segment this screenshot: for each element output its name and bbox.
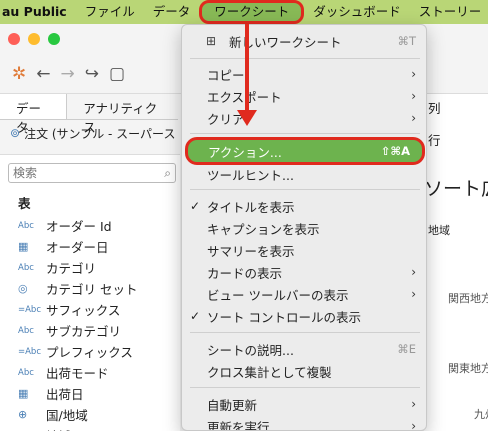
- region-header[interactable]: 地域: [428, 222, 450, 238]
- field-item[interactable]: Abc オーダー Id: [18, 215, 137, 236]
- chevron-right-icon: ›: [411, 265, 416, 279]
- worksheet-menu: ⊞ 新しいワークシート ⌘T コピー › エクスポート › クリア › アクショ…: [181, 24, 427, 431]
- string-type-icon: Abc: [18, 367, 34, 378]
- geo-type-icon: ⊕: [18, 408, 28, 421]
- minimize-window-button[interactable]: [28, 33, 40, 45]
- date-type-icon: ▦: [18, 240, 29, 253]
- menu-item-new-worksheet[interactable]: ⊞ 新しいワークシート ⌘T: [182, 30, 426, 52]
- menu-item-tooltip[interactable]: ツールヒント...: [182, 163, 426, 185]
- search-input[interactable]: [13, 166, 143, 180]
- field-name: サフィックス: [46, 303, 121, 318]
- field-item[interactable]: Abc カテゴリ: [18, 257, 137, 278]
- menu-item-sheet-description[interactable]: シートの説明... ⌘E: [182, 338, 426, 360]
- search-box[interactable]: ⌕: [8, 163, 176, 183]
- close-window-button[interactable]: [8, 33, 20, 45]
- menu-item-show-caption[interactable]: キャプションを表示: [182, 217, 426, 239]
- save-icon[interactable]: ▢: [109, 64, 125, 84]
- field-name: オーダー Id: [46, 219, 112, 234]
- field-name: 出荷日: [46, 387, 84, 402]
- field-name: オーダー日: [46, 240, 109, 255]
- menu-item-sort-controls[interactable]: ✓ ソート コントロールの表示: [182, 305, 426, 327]
- field-item[interactable]: ⊕ 国/地域: [18, 404, 137, 425]
- string-type-icon: Abc: [18, 325, 34, 336]
- set-type-icon: ◎: [18, 282, 28, 295]
- view-area: 列 行 ソート広 地域 関西地方 関東地方 九州: [424, 94, 488, 431]
- datasource-label: 注文 (サンプル - スーパース: [24, 126, 176, 141]
- menu-bar: au Public ファイル データ ワークシート ダッシュボード ストーリー …: [0, 0, 488, 24]
- search-icon[interactable]: ⌕: [164, 166, 171, 181]
- chevron-right-icon: ›: [411, 287, 416, 301]
- menu-item-export[interactable]: エクスポート ›: [182, 85, 426, 107]
- field-item[interactable]: ▦ オーダー日: [18, 236, 137, 257]
- back-arrow-icon[interactable]: ←: [36, 64, 50, 84]
- field-item[interactable]: =Abc サフィックス: [18, 299, 137, 320]
- tables-section-heading: 表: [18, 196, 31, 211]
- field-name: 出荷モード: [46, 366, 109, 381]
- chevron-right-icon: ›: [411, 397, 416, 411]
- field-item[interactable]: Abc地域: [18, 425, 137, 431]
- datasource-icon: ⊚: [10, 126, 21, 140]
- calc-string-type-icon: =Abc: [18, 346, 42, 357]
- menu-item-view-toolbar[interactable]: ビュー ツールバーの表示 ›: [182, 283, 426, 305]
- menu-item-show-title[interactable]: ✓ タイトルを表示: [182, 195, 426, 217]
- menu-item-actions[interactable]: アクション... ⇧⌘A: [185, 137, 425, 165]
- row-header: 関東地方: [448, 362, 488, 375]
- field-list: Abc オーダー Id ▦ オーダー日 Abc カテゴリ ◎ カテゴリ セット =Abc…: [18, 215, 137, 431]
- tableau-logo-icon[interactable]: ✲: [12, 64, 26, 84]
- view-title: ソート広: [424, 178, 488, 200]
- field-name: カテゴリ セット: [46, 282, 138, 297]
- menu-data[interactable]: データ: [144, 0, 200, 24]
- menu-story[interactable]: ストーリー: [410, 0, 488, 24]
- annotation-arrow-head: [237, 110, 257, 126]
- menu-item-clear[interactable]: クリア ›: [182, 107, 426, 129]
- new-sheet-icon: ⊞: [206, 34, 217, 48]
- chevron-right-icon: ›: [411, 67, 416, 81]
- app-menu[interactable]: au Public: [0, 0, 76, 24]
- menu-item-auto-update[interactable]: 自動更新 ›: [182, 393, 426, 415]
- field-name: プレフィックス: [46, 345, 133, 360]
- menu-item-copy[interactable]: コピー ›: [182, 63, 426, 85]
- calc-string-type-icon: =Abc: [18, 304, 42, 315]
- menu-dashboard[interactable]: ダッシュボード: [304, 0, 410, 24]
- menu-item-show-cards[interactable]: カードの表示 ›: [182, 261, 426, 283]
- data-pane: ⌕ 表 Abc オーダー Id ▦ オーダー日 Abc カテゴリ ◎ カテゴリ セット …: [0, 154, 180, 431]
- chevron-right-icon: ›: [411, 89, 416, 103]
- field-name: カテゴリ: [46, 261, 97, 276]
- checkmark-icon: ✓: [190, 309, 201, 323]
- field-item[interactable]: Abc 出荷モード: [18, 362, 137, 383]
- date-type-icon: ▦: [18, 387, 29, 400]
- field-item[interactable]: Abc サブカテゴリ: [18, 320, 137, 341]
- row-header: 関西地方: [448, 292, 488, 305]
- menu-item-show-summary[interactable]: サマリーを表示: [182, 239, 426, 261]
- side-tabs: データ アナリティクス: [0, 94, 178, 135]
- field-item[interactable]: ◎ カテゴリ セット: [18, 278, 137, 299]
- annotation-arrow-line: [245, 24, 249, 112]
- chevron-right-icon: ›: [411, 111, 416, 125]
- field-name: 地域: [46, 426, 71, 431]
- field-name: 国/地域: [46, 408, 88, 423]
- rows-shelf-label: 行: [428, 133, 441, 148]
- menu-worksheet[interactable]: ワークシート: [199, 0, 305, 24]
- string-type-icon: Abc: [18, 220, 34, 231]
- tab-data[interactable]: データ: [0, 94, 68, 135]
- row-header: 九州: [474, 408, 488, 421]
- menu-item-duplicate-crosstab[interactable]: クロス集計として複製: [182, 360, 426, 382]
- field-item[interactable]: =Abc プレフィックス: [18, 341, 137, 362]
- field-name: サブカテゴリ: [46, 324, 122, 339]
- checkmark-icon: ✓: [190, 199, 201, 213]
- menu-file[interactable]: ファイル: [76, 0, 144, 24]
- forward-arrow-icon[interactable]: →: [61, 64, 75, 84]
- undo-redo-icon[interactable]: ↪: [85, 64, 99, 84]
- field-item[interactable]: ▦ 出荷日: [18, 383, 137, 404]
- string-type-icon: Abc: [18, 262, 34, 273]
- chevron-right-icon: ›: [411, 419, 416, 431]
- tab-analytics[interactable]: アナリティクス: [67, 94, 178, 135]
- menu-item-run-update[interactable]: 更新を実行 ›: [182, 415, 426, 431]
- columns-shelf-label: 列: [428, 101, 441, 116]
- zoom-window-button[interactable]: [48, 33, 60, 45]
- datasource-item[interactable]: ⊚ 注文 (サンプル - スーパース: [10, 122, 182, 144]
